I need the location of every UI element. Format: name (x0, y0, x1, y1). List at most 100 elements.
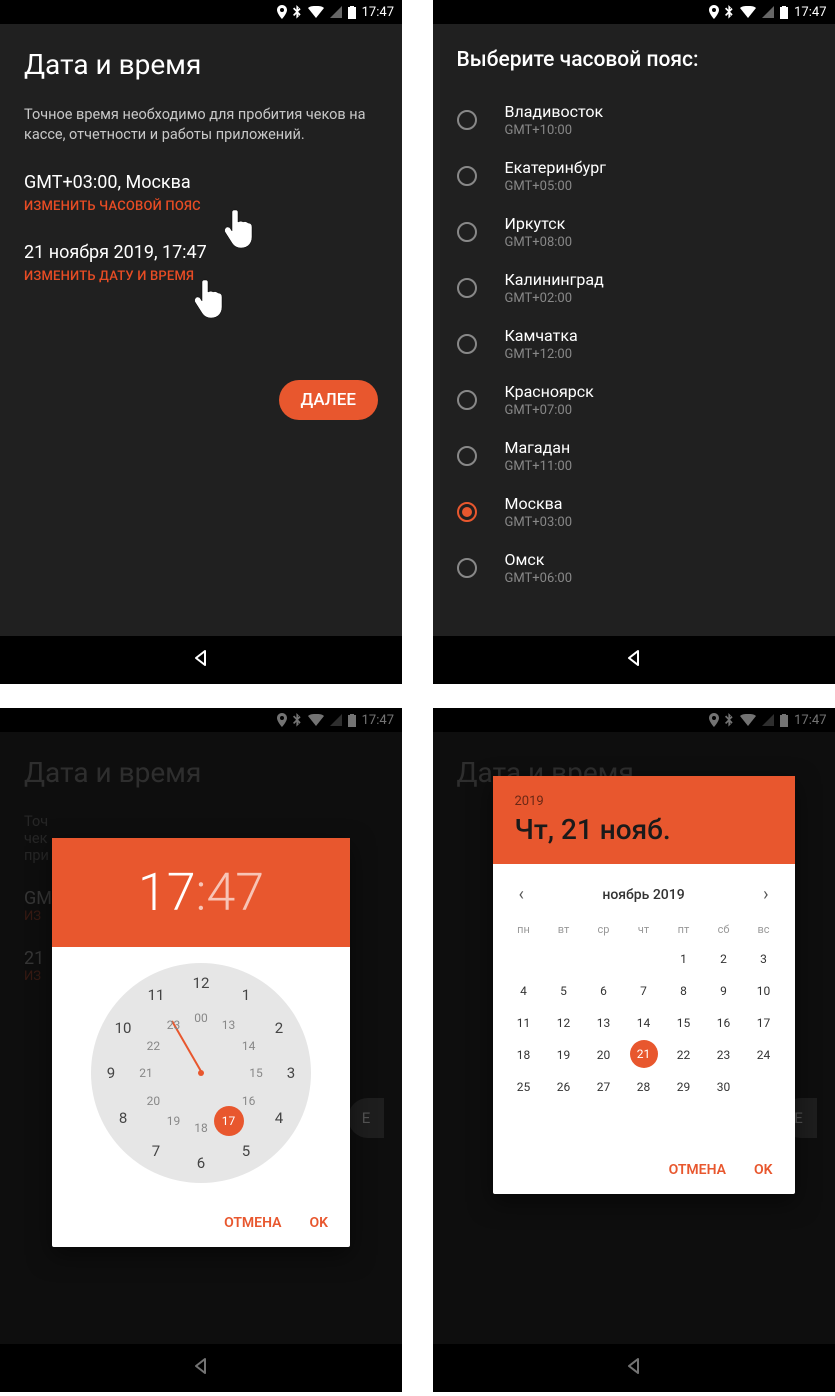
calendar-day[interactable]: 14 (625, 1008, 663, 1038)
clock-hour-outer[interactable]: 7 (152, 1142, 160, 1160)
clock-hour-inner[interactable]: 23 (167, 1018, 181, 1032)
calendar-day[interactable]: 25 (505, 1072, 543, 1102)
clock-hour-inner[interactable]: 18 (194, 1121, 208, 1135)
pointer-hand-icon (194, 278, 228, 322)
radio-icon[interactable] (457, 166, 477, 186)
clock-hour-inner[interactable]: 16 (242, 1094, 256, 1108)
timezone-option[interactable]: КалининградGMT+02:00 (433, 260, 835, 316)
timezone-picker-title: Выберите часовой пояс: (457, 48, 811, 72)
timezone-option[interactable]: ВладивостокGMT+10:00 (433, 92, 835, 148)
calendar-day[interactable]: 24 (745, 1040, 783, 1070)
clock-hour-selected[interactable]: 17 (214, 1106, 244, 1136)
timezone-list[interactable]: ВладивостокGMT+10:00ЕкатеринбургGMT+05:0… (433, 92, 835, 636)
header-date[interactable]: Чт, 21 нояб. (515, 813, 773, 846)
timezone-gmt: GMT+07:00 (505, 403, 594, 418)
calendar-day[interactable]: 18 (505, 1040, 543, 1070)
selected-hours[interactable]: 17 (138, 862, 196, 923)
calendar-day[interactable]: 9 (705, 976, 743, 1006)
clock-hour-outer[interactable]: 10 (115, 1019, 132, 1037)
timezone-name: Красноярск (505, 382, 594, 401)
clock-hour-outer[interactable]: 1 (242, 986, 250, 1004)
calendar-day[interactable]: 22 (665, 1040, 703, 1070)
clock-hour-outer[interactable]: 8 (119, 1109, 127, 1127)
clock-hour-outer[interactable]: 11 (148, 986, 165, 1004)
timezone-option[interactable]: МоскваGMT+03:00 (433, 484, 835, 540)
calendar-day[interactable]: 21 (630, 1040, 658, 1068)
calendar-day[interactable]: 6 (585, 976, 623, 1006)
calendar-day[interactable]: 17 (745, 1008, 783, 1038)
calendar-day[interactable]: 19 (545, 1040, 583, 1070)
clock-hour-outer[interactable]: 12 (193, 974, 210, 992)
radio-icon[interactable] (457, 222, 477, 242)
datetime-value: 21 ноября 2019, 17:47 (24, 242, 378, 263)
radio-icon[interactable] (457, 446, 477, 466)
radio-icon[interactable] (457, 390, 477, 410)
calendar-day[interactable]: 20 (585, 1040, 623, 1070)
status-bar: 17:47 (0, 0, 402, 24)
radio-icon[interactable] (457, 278, 477, 298)
status-time: 17:47 (794, 5, 826, 20)
radio-icon[interactable] (457, 334, 477, 354)
ok-button[interactable]: OK (309, 1215, 328, 1231)
calendar-day[interactable]: 28 (625, 1072, 663, 1102)
clock-hour-inner[interactable]: 21 (139, 1066, 153, 1080)
selected-minutes[interactable]: 47 (206, 862, 264, 923)
calendar-day[interactable]: 23 (705, 1040, 743, 1070)
status-bar: 17:47 (433, 0, 835, 24)
timezone-option[interactable]: ОмскGMT+06:00 (433, 540, 835, 596)
next-month-button[interactable]: › (755, 880, 776, 909)
calendar-day[interactable]: 1 (665, 944, 703, 974)
clock-hour-inner[interactable]: 22 (147, 1039, 161, 1053)
timezone-option[interactable]: ИркутскGMT+08:00 (433, 204, 835, 260)
cancel-button[interactable]: ОТМЕНА (224, 1215, 281, 1231)
calendar-day[interactable]: 30 (705, 1072, 743, 1102)
ok-button[interactable]: OK (754, 1162, 773, 1178)
calendar-day[interactable]: 3 (745, 944, 783, 974)
next-button[interactable]: ДАЛЕЕ (279, 380, 379, 420)
timezone-option[interactable]: МагаданGMT+11:00 (433, 428, 835, 484)
clock-hour-inner[interactable]: 20 (147, 1094, 161, 1108)
calendar-day[interactable]: 11 (505, 1008, 543, 1038)
calendar-day[interactable]: 5 (545, 976, 583, 1006)
clock-hour-outer[interactable]: 6 (197, 1154, 205, 1172)
calendar-day[interactable]: 13 (585, 1008, 623, 1038)
radio-icon[interactable] (457, 502, 477, 522)
timezone-gmt: GMT+11:00 (505, 459, 573, 474)
clock-hour-inner[interactable]: 00 (194, 1011, 208, 1025)
radio-icon[interactable] (457, 558, 477, 578)
back-icon[interactable] (192, 649, 210, 671)
radio-icon[interactable] (457, 110, 477, 130)
timezone-option[interactable]: КамчаткаGMT+12:00 (433, 316, 835, 372)
timezone-option[interactable]: ЕкатеринбургGMT+05:00 (433, 148, 835, 204)
clock-hour-inner[interactable]: 14 (242, 1039, 256, 1053)
clock-hour-inner[interactable]: 13 (222, 1018, 236, 1032)
back-icon[interactable] (625, 649, 643, 671)
calendar-day[interactable]: 27 (585, 1072, 623, 1102)
calendar-day[interactable]: 26 (545, 1072, 583, 1102)
calendar-day[interactable]: 8 (665, 976, 703, 1006)
calendar-day[interactable]: 7 (625, 976, 663, 1006)
clock-hour-outer[interactable]: 3 (287, 1064, 295, 1082)
prev-month-button[interactable]: ‹ (511, 880, 532, 909)
cancel-button[interactable]: ОТМЕНА (669, 1162, 726, 1178)
clock-hour-outer[interactable]: 5 (242, 1142, 250, 1160)
clock-hour-outer[interactable]: 9 (107, 1064, 115, 1082)
timezone-option[interactable]: Красноярск GMT+07:00 (433, 372, 835, 428)
calendar-day[interactable]: 2 (705, 944, 743, 974)
change-timezone-link[interactable]: ИЗМЕНИТЬ ЧАСОВОЙ ПОЯС (24, 199, 378, 214)
header-year[interactable]: 2019 (515, 794, 773, 809)
wifi-icon (740, 6, 756, 18)
calendar-day[interactable]: 12 (545, 1008, 583, 1038)
clock-center-dot (198, 1070, 204, 1076)
calendar-day[interactable]: 10 (745, 976, 783, 1006)
clock-face[interactable]: 121234567891011001314151617181920212223 (91, 963, 311, 1183)
timezone-name: Москва (505, 494, 573, 513)
calendar-day[interactable]: 16 (705, 1008, 743, 1038)
calendar-day[interactable]: 15 (665, 1008, 703, 1038)
calendar-day[interactable]: 4 (505, 976, 543, 1006)
clock-hour-inner[interactable]: 19 (167, 1114, 181, 1128)
clock-hour-outer[interactable]: 4 (275, 1109, 283, 1127)
clock-hour-inner[interactable]: 15 (249, 1066, 263, 1080)
clock-hour-outer[interactable]: 2 (275, 1019, 283, 1037)
calendar-day[interactable]: 29 (665, 1072, 703, 1102)
